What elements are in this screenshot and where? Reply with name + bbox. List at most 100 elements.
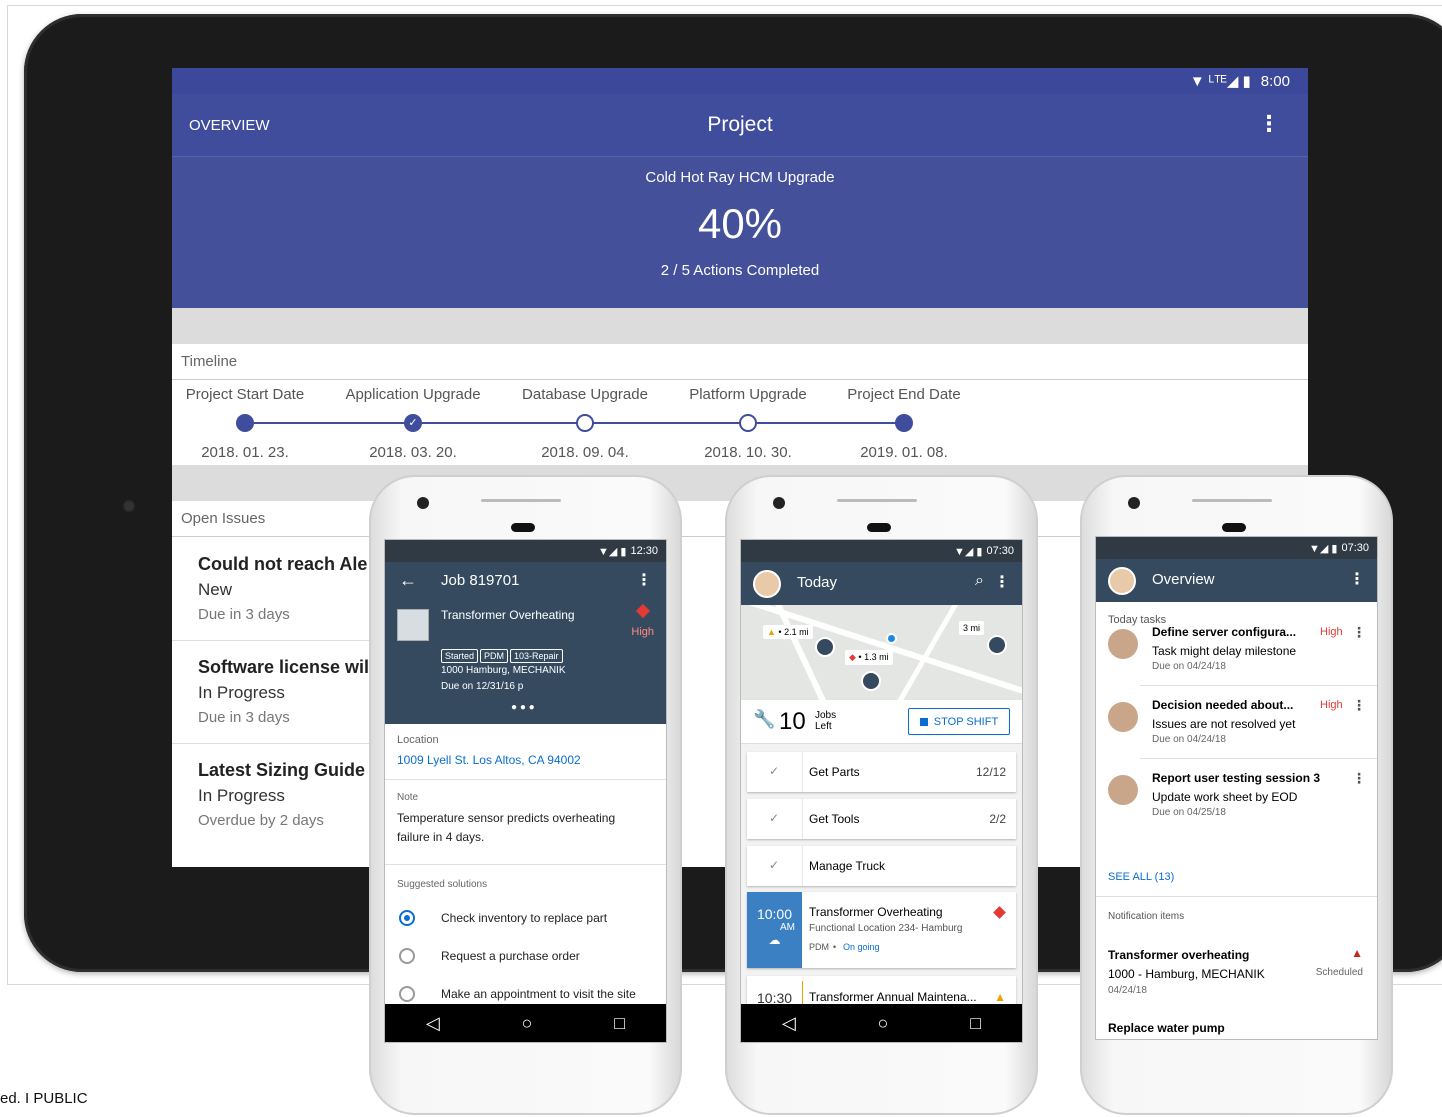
- milestone-open-dot[interactable]: [739, 414, 757, 432]
- checklist-item[interactable]: ✓ Get Parts 12/12: [747, 752, 1016, 792]
- left-label: Left: [815, 721, 832, 732]
- progress-percent: 40%: [697, 200, 783, 247]
- task-item[interactable]: Decision needed about... High ⋮ Issues are …: [1108, 697, 1366, 764]
- radio-icon[interactable]: [399, 986, 415, 1002]
- issue-due: Due in 3 days: [198, 709, 290, 726]
- map-pin-label: 3 mi: [959, 621, 985, 635]
- checklist-item[interactable]: ✓ Manage Truck: [747, 846, 1016, 886]
- map-pin-label: ◆ • 1.3 mi: [845, 650, 893, 665]
- job-card[interactable]: 10:00 AM ☁ Transformer Overheating Funct…: [747, 892, 1016, 968]
- job-due: Due on 12/31/16 p: [441, 681, 524, 692]
- divider: [172, 743, 382, 744]
- map-pin-label: ▲ • 2.1 mi: [763, 625, 813, 639]
- radio-icon[interactable]: [399, 948, 415, 964]
- map-view[interactable]: ▲ • 2.1 mi ◆ • 1.3 mi 3 mi: [741, 605, 1022, 700]
- notification-title[interactable]: Replace water pump: [1108, 1021, 1225, 1035]
- more-vert-icon[interactable]: ⋮: [1352, 770, 1366, 787]
- location-label: Location: [397, 734, 439, 746]
- divider: [1140, 758, 1377, 759]
- checklist-item[interactable]: ✓ Get Tools 2/2: [747, 799, 1016, 839]
- job-title: Transformer Annual Maintena...: [809, 990, 977, 1004]
- wrench-pin-icon[interactable]: [815, 637, 835, 657]
- job-ampm: AM: [780, 922, 795, 933]
- issue-title: Software license wil: [198, 657, 370, 677]
- milestone-label: Project End Date: [847, 386, 961, 403]
- checklist-label: Manage Truck: [809, 859, 886, 873]
- milestone-filled-dot[interactable]: [895, 414, 913, 432]
- status-time: 8:00: [1260, 72, 1290, 90]
- stop-shift-label: STOP SHIFT: [933, 715, 999, 728]
- back-nav-icon[interactable]: ◁: [782, 1013, 796, 1034]
- check-icon: ✓: [769, 764, 780, 778]
- phone-camera: [1128, 497, 1140, 509]
- home-nav-icon[interactable]: ○: [522, 1013, 533, 1034]
- note-row: Note Temperature sensor predicts overhea…: [385, 780, 666, 865]
- home-nav-icon[interactable]: ○: [878, 1013, 889, 1034]
- notification-status: Scheduled: [1315, 967, 1363, 978]
- location-link[interactable]: 1009 Lyell St. Los Altos, CA 94002: [397, 753, 654, 767]
- milestone-open-dot[interactable]: [576, 414, 594, 432]
- signal-icon: ▼◢ ▮: [954, 545, 983, 558]
- task-due: Due on 04/25/18: [1152, 807, 1226, 818]
- job-title: Job 819701: [441, 572, 520, 589]
- divider: [802, 799, 803, 839]
- stop-shift-button[interactable]: STOP SHIFT: [908, 708, 1010, 735]
- phone-overview: ▼◢ ▮ 07:30 Overview ⋮ Today tasks Define …: [1080, 475, 1393, 1115]
- search-icon[interactable]: ⌕: [975, 572, 984, 590]
- milestone-filled-dot[interactable]: [236, 414, 254, 432]
- back-arrow-icon[interactable]: ←: [399, 570, 417, 591]
- back-nav-icon[interactable]: ◁: [426, 1013, 440, 1034]
- milestone-label: Project Start Date: [185, 386, 305, 403]
- notification-title[interactable]: Transformer overheating: [1108, 948, 1249, 962]
- warning-icon: ▲: [994, 990, 1006, 1004]
- jobs-summary: 🔧 10 Jobs Left STOP SHIFT: [741, 700, 1022, 744]
- solution-label: Request a purchase order: [441, 949, 580, 963]
- more-vert-icon[interactable]: ⋮: [1349, 569, 1365, 589]
- equipment-thumbnail: [397, 609, 429, 641]
- see-all-link[interactable]: SEE ALL (13): [1108, 871, 1174, 883]
- status-time: 07:30: [1341, 542, 1369, 554]
- milestone-label: Database Upgrade: [522, 386, 648, 403]
- recents-nav-icon[interactable]: □: [970, 1013, 981, 1034]
- more-vert-icon[interactable]: ⋮: [1258, 111, 1280, 137]
- milestone-date: 2019. 01. 08.: [860, 444, 948, 461]
- status-time: 07:30: [986, 545, 1014, 557]
- recents-nav-icon[interactable]: □: [614, 1013, 625, 1034]
- radio-selected-icon[interactable]: [399, 910, 415, 926]
- page-title: Project: [707, 113, 773, 136]
- tablet-status-bar: ▼ ᴸᵀᴱ◢ ▮ 8:00: [172, 68, 1308, 94]
- task-item[interactable]: Define server configura... High ⋮ Task migh…: [1108, 624, 1366, 691]
- job-name: Transformer Overheating: [441, 608, 575, 622]
- solution-option[interactable]: Check inventory to replace part: [385, 904, 666, 942]
- issue-item[interactable]: Software license wil In Progress Due in …: [198, 657, 398, 726]
- notification-label: Notification items: [1108, 911, 1185, 922]
- overview-title: Overview: [1152, 571, 1215, 588]
- milestone-check-icon[interactable]: ✓: [404, 414, 422, 432]
- jobs-label: Jobs: [815, 710, 837, 721]
- more-vert-icon[interactable]: ⋮: [1352, 697, 1366, 714]
- avatar: [1108, 775, 1138, 805]
- job-tags: Started PDM 103-Repair: [441, 646, 565, 664]
- wrench-pin-icon[interactable]: [861, 671, 881, 691]
- more-vert-icon[interactable]: ⋮: [1352, 624, 1366, 641]
- task-item[interactable]: Report user testing session 3 ⋮ Update wor…: [1108, 770, 1366, 837]
- solutions-label: Suggested solutions: [397, 879, 488, 890]
- avatar[interactable]: [753, 570, 781, 598]
- overview-header: Overview ⋮: [1096, 559, 1377, 602]
- status-time: 12:30: [630, 545, 658, 557]
- status-icons: ▼ ᴸᵀᴱ◢ ▮: [1189, 73, 1251, 90]
- task-subtitle: Issues are not resolved yet: [1152, 717, 1296, 731]
- more-vert-icon[interactable]: ⋮: [636, 570, 652, 590]
- check-icon: ✓: [769, 811, 780, 825]
- issue-item[interactable]: Latest Sizing Guide In Progress Overdue …: [198, 760, 398, 829]
- solution-option[interactable]: Request a purchase order: [385, 942, 666, 980]
- phone-speaker: [481, 499, 561, 502]
- wrench-pin-icon[interactable]: [987, 635, 1007, 655]
- more-vert-icon[interactable]: ⋮: [994, 572, 1010, 592]
- milestone-date: 2018. 10. 30.: [704, 444, 792, 461]
- avatar[interactable]: [1108, 567, 1136, 595]
- task-title: Report user testing session 3: [1152, 771, 1321, 785]
- issue-status: New: [198, 580, 233, 599]
- issue-item[interactable]: Could not reach Ale New Due in 3 days: [198, 554, 398, 623]
- signal-icon: ▼◢ ▮: [1309, 542, 1338, 555]
